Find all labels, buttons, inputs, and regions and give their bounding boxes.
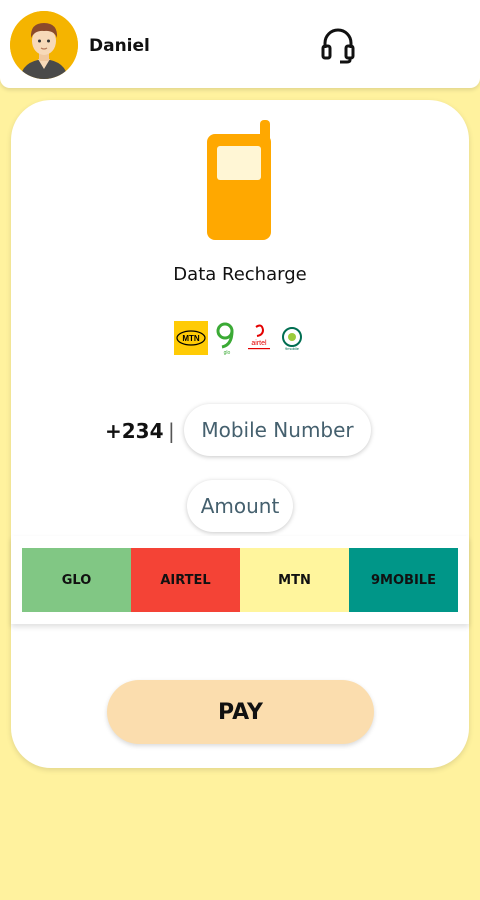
mobile-number-input[interactable]	[184, 404, 371, 456]
pay-button[interactable]: PAY	[107, 680, 374, 744]
country-code: +234	[105, 419, 164, 443]
svg-text:MTN: MTN	[182, 334, 200, 343]
network-option-9mobile[interactable]: 9MOBILE	[349, 548, 458, 612]
avatar-icon	[10, 11, 78, 79]
airtel-logo: airtel	[248, 324, 270, 350]
network-option-mtn[interactable]: MTN	[240, 548, 349, 612]
mobile-phone-icon	[207, 120, 277, 242]
headset-icon[interactable]	[320, 26, 356, 66]
top-bar: Daniel	[0, 0, 480, 88]
network-option-airtel[interactable]: AIRTEL	[131, 548, 240, 612]
glo-logo: glo	[216, 322, 234, 355]
user-name: Daniel	[89, 36, 150, 56]
user-avatar[interactable]	[10, 11, 78, 79]
network-logos: MTN glo airtel 9mobile	[174, 321, 304, 357]
recharge-card: Data Recharge MTN glo airtel 9mobile +23…	[11, 100, 469, 768]
mtn-logo: MTN	[174, 321, 208, 355]
svg-text:airtel: airtel	[251, 340, 267, 347]
amount-input[interactable]	[187, 480, 293, 532]
country-code-separator: |	[168, 419, 175, 443]
svg-text:9mobile: 9mobile	[285, 346, 300, 351]
9mobile-logo: 9mobile	[282, 327, 302, 351]
page-title: Data Recharge	[173, 264, 307, 285]
svg-text:glo: glo	[224, 350, 231, 355]
network-option-glo[interactable]: GLO	[22, 548, 131, 612]
network-selector: GLO AIRTEL MTN 9MOBILE	[11, 536, 469, 624]
